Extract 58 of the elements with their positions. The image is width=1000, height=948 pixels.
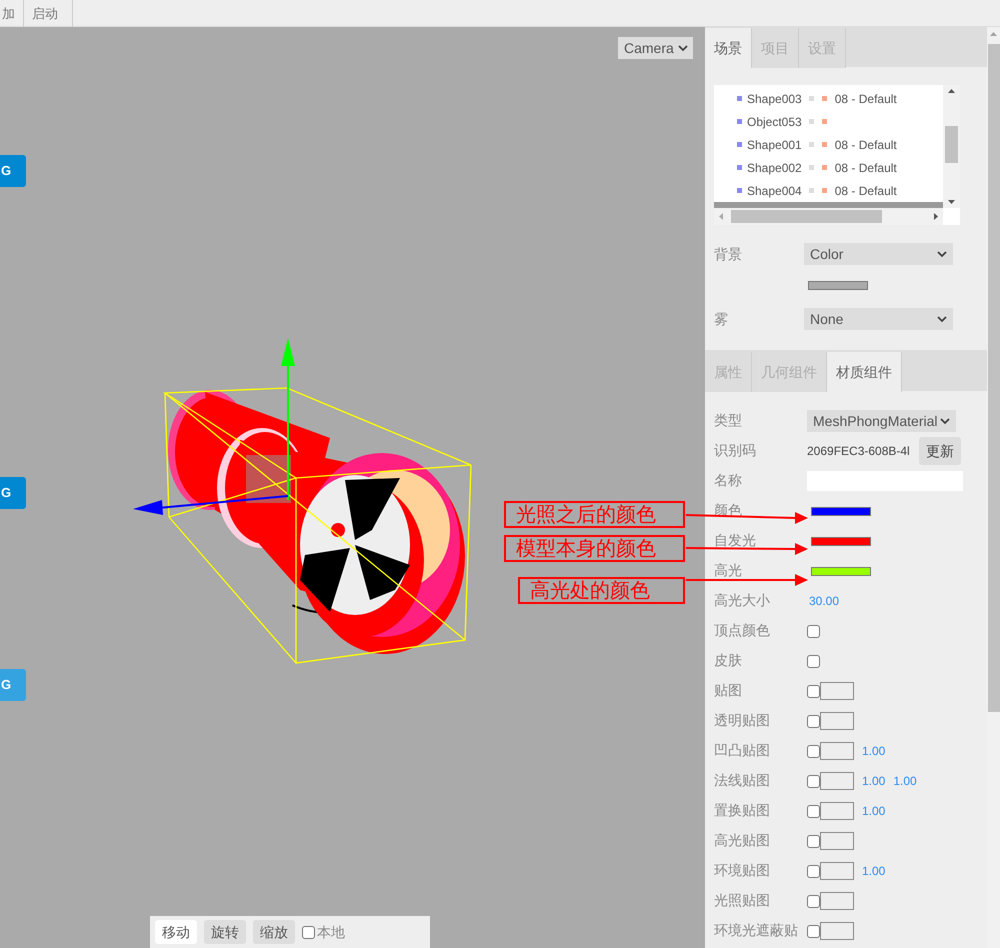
number-value[interactable]: 1.00 <box>862 802 886 820</box>
annotation-label: 高光处的颜色 <box>518 577 685 604</box>
property-label: 置换贴图 <box>714 802 770 818</box>
material-name: 08 - Default <box>834 136 897 154</box>
outliner-list[interactable]: Shape003 08 - Default Object053 Shape001 08 - Default Shape002 08 - Default Shape004 08 - Default <box>714 85 960 225</box>
property-label: 类型 <box>714 412 742 428</box>
object-name: Object053 <box>747 114 802 130</box>
material-name: 08 - Default <box>834 90 897 108</box>
object-name: Shape004 <box>747 182 802 200</box>
property-label: 透明贴图 <box>714 712 770 728</box>
number-value[interactable]: 30.00 <box>809 592 840 610</box>
property-label: 贴图 <box>714 682 742 698</box>
material-type-select[interactable]: MeshPhongMaterial <box>807 410 956 432</box>
local-label: 本地 <box>317 922 345 942</box>
fog-label: 雾 <box>714 310 729 328</box>
export-button[interactable]: G <box>0 669 26 701</box>
number-value[interactable]: 1.00 <box>893 772 917 790</box>
annotation-label: 光照之后的颜色 <box>504 501 685 528</box>
transform-mode-button[interactable]: 缩放 <box>253 920 295 944</box>
property-label: 环境贴图 <box>714 862 770 878</box>
export-button[interactable]: G <box>0 477 26 509</box>
object-name: Shape003 <box>747 90 802 108</box>
transform-mode-button[interactable]: 旋转 <box>204 920 246 944</box>
property-label: 高光大小 <box>714 592 770 608</box>
annotation-label: 模型本身的颜色 <box>504 535 685 562</box>
material-name: 08 - Default <box>834 182 897 200</box>
property-label: 高光 <box>714 562 742 578</box>
material-name: 08 - Default <box>834 160 897 176</box>
object-name: Shape001 <box>747 136 802 154</box>
object-name: Shape002 <box>747 160 802 176</box>
transform-mode-button[interactable]: 移动 <box>155 920 197 944</box>
property-label: 环境光遮蔽贴 <box>714 922 798 938</box>
property-label: 皮肤 <box>714 652 742 668</box>
number-value[interactable]: 1.00 <box>862 772 886 790</box>
export-button[interactable]: G <box>0 155 26 187</box>
property-label: 凹凸贴图 <box>714 742 770 758</box>
background-select[interactable]: Color <box>804 243 953 265</box>
property-label: 识别码 <box>714 442 756 458</box>
property-label: 名称 <box>714 472 742 488</box>
property-label: 高光贴图 <box>714 832 770 848</box>
fog-select[interactable]: None <box>804 308 953 330</box>
uuid-value: 2069FEC3-608B-4l <box>807 443 911 460</box>
property-label: 法线贴图 <box>714 772 770 788</box>
outliner-row[interactable]: Shape002 08 - Default <box>714 156 943 179</box>
property-label: 顶点颜色 <box>714 622 770 638</box>
property-label: 光照贴图 <box>714 892 770 908</box>
camera-select[interactable]: Camera <box>618 37 693 59</box>
panel-tab[interactable]: 场景 <box>705 28 752 68</box>
panel-tab[interactable]: 材质组件 <box>827 352 902 392</box>
outliner-row[interactable]: Object053 <box>714 110 943 133</box>
number-value[interactable]: 1.00 <box>862 862 886 880</box>
outliner-row[interactable]: Shape003 08 - Default <box>714 87 943 110</box>
property-label: 自发光 <box>714 532 756 548</box>
refresh-button[interactable]: 更新 <box>919 437 961 465</box>
number-value[interactable]: 1.00 <box>862 742 886 760</box>
outliner-row[interactable]: Shape001 08 - Default <box>714 133 943 156</box>
outliner-row[interactable]: Shape004 08 - Default <box>714 179 943 202</box>
background-label: 背景 <box>714 244 743 264</box>
